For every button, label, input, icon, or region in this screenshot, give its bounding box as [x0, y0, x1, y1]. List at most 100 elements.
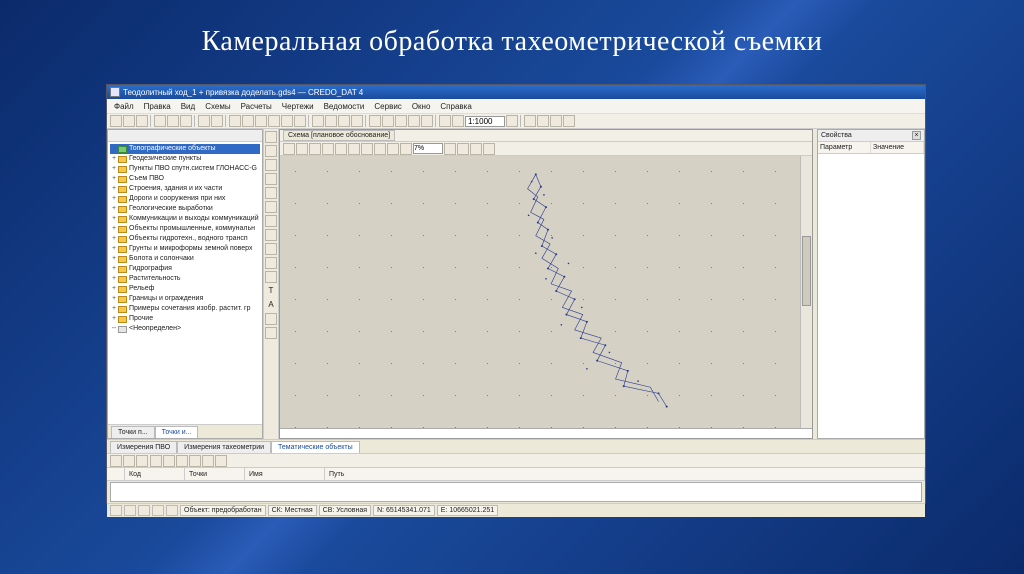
vtool-a[interactable] [265, 159, 277, 171]
tree-item-18[interactable]: --<Неопределен> [110, 324, 260, 334]
tree-item-13[interactable]: +Растительность [110, 274, 260, 284]
ctool-i[interactable] [387, 143, 399, 155]
tool-e-button[interactable] [281, 115, 293, 127]
menu-6[interactable]: Ведомости [321, 102, 368, 111]
zoom-fit-button[interactable] [395, 115, 407, 127]
tool-j-button[interactable] [351, 115, 363, 127]
tree-item-1[interactable]: +Геодезические пункты [110, 154, 260, 164]
tree-item-15[interactable]: +Границы и ограждения [110, 294, 260, 304]
sb-btn-e[interactable] [166, 505, 178, 516]
zoom-in-button[interactable] [369, 115, 381, 127]
canvas-zoom-input[interactable] [413, 143, 443, 154]
grid-col-code[interactable]: Код [125, 468, 185, 481]
pan-button[interactable] [408, 115, 420, 127]
vtool-d[interactable] [265, 201, 277, 213]
tab-points-1[interactable]: Точки п... [111, 426, 155, 438]
tab-thematic-objects[interactable]: Тематические объекты [271, 441, 360, 453]
misc3-button[interactable] [550, 115, 562, 127]
ctool-g[interactable] [361, 143, 373, 155]
btool-c[interactable] [136, 455, 148, 467]
ctool-d[interactable] [322, 143, 334, 155]
btool-i[interactable] [215, 455, 227, 467]
sb-btn-c[interactable] [138, 505, 150, 516]
open-button[interactable] [123, 115, 135, 127]
tab-measurements-pvo[interactable]: Измерения ПВО [110, 441, 177, 453]
undo-button[interactable] [198, 115, 210, 127]
new-button[interactable] [110, 115, 122, 127]
redo-button[interactable] [211, 115, 223, 127]
cut-button[interactable] [154, 115, 166, 127]
vtool-k[interactable] [265, 327, 277, 339]
text-tool[interactable]: T [269, 285, 274, 297]
save-button[interactable] [136, 115, 148, 127]
tool-h-button[interactable] [325, 115, 337, 127]
data-grid-body[interactable] [110, 482, 922, 502]
zoom-out-button[interactable] [382, 115, 394, 127]
btool-f[interactable] [176, 455, 188, 467]
copy-button[interactable] [167, 115, 179, 127]
tool-d-button[interactable] [268, 115, 280, 127]
misc2-button[interactable] [537, 115, 549, 127]
tool-a-button[interactable] [229, 115, 241, 127]
vtool-g[interactable] [265, 243, 277, 255]
ctool-l[interactable] [457, 143, 469, 155]
misc1-button[interactable] [524, 115, 536, 127]
tree-item-5[interactable]: +Дороги и сооружения при них [110, 194, 260, 204]
select-button[interactable] [265, 145, 277, 157]
canvas-tab-scheme[interactable]: Схема [плановое обоснование] [283, 130, 395, 141]
sb-btn-b[interactable] [124, 505, 136, 516]
btool-h[interactable] [202, 455, 214, 467]
btool-a[interactable] [110, 455, 122, 467]
vtool-e[interactable] [265, 215, 277, 227]
menu-1[interactable]: Правка [141, 102, 174, 111]
vtool-i[interactable] [265, 271, 277, 283]
tree-item-14[interactable]: +Рельеф [110, 284, 260, 294]
ctool-b[interactable] [296, 143, 308, 155]
paste-button[interactable] [180, 115, 192, 127]
menu-4[interactable]: Расчеты [238, 102, 275, 111]
ctool-h[interactable] [374, 143, 386, 155]
menu-2[interactable]: Вид [178, 102, 198, 111]
tree-item-10[interactable]: +Грунты и микроформы земной поверх [110, 244, 260, 254]
arc-tool[interactable]: A [268, 299, 273, 311]
tree-item-4[interactable]: +Строения, здания и их части [110, 184, 260, 194]
tree-item-16[interactable]: +Примеры сочетания изобр. растит. гр [110, 304, 260, 314]
tool-b-button[interactable] [242, 115, 254, 127]
btool-g[interactable] [189, 455, 201, 467]
tree-item-0[interactable]: -Топографические объекты [110, 144, 260, 154]
layers-button[interactable] [439, 115, 451, 127]
menu-9[interactable]: Справка [437, 102, 474, 111]
col-parameter[interactable]: Параметр [818, 142, 871, 153]
menu-3[interactable]: Схемы [202, 102, 233, 111]
tree-item-7[interactable]: +Коммуникации и выходы коммуникаций [110, 214, 260, 224]
misc4-button[interactable] [563, 115, 575, 127]
tree-item-11[interactable]: +Болота и солончаки [110, 254, 260, 264]
ctool-j[interactable] [400, 143, 412, 155]
scale-input[interactable] [465, 116, 505, 127]
menu-8[interactable]: Окно [409, 102, 434, 111]
ctool-a[interactable] [283, 143, 295, 155]
tree-item-2[interactable]: +Пункты ПВО спутн.систем ГЛОНАСС-G [110, 164, 260, 174]
ctool-e[interactable] [335, 143, 347, 155]
tool-g-button[interactable] [312, 115, 324, 127]
tab-points-2[interactable]: Точки и... [155, 426, 199, 438]
grid-col-name[interactable]: Имя [245, 468, 325, 481]
grid-col-points[interactable]: Точки [185, 468, 245, 481]
ctool-n[interactable] [483, 143, 495, 155]
menu-7[interactable]: Сервис [371, 102, 404, 111]
close-icon[interactable]: × [912, 131, 921, 140]
vtool-j[interactable] [265, 313, 277, 325]
tree-item-17[interactable]: +Прочие [110, 314, 260, 324]
ctool-f[interactable] [348, 143, 360, 155]
sb-btn-a[interactable] [110, 505, 122, 516]
tree-item-9[interactable]: +Объекты гидротехн., водного трансп [110, 234, 260, 244]
vertical-scrollbar[interactable] [800, 156, 812, 428]
sb-btn-d[interactable] [152, 505, 164, 516]
menu-5[interactable]: Чертежи [279, 102, 317, 111]
info-button[interactable] [265, 131, 277, 143]
tree-item-8[interactable]: +Объекты промышленные, коммунальн [110, 224, 260, 234]
map-canvas[interactable] [280, 156, 812, 428]
tree-item-6[interactable]: +Геологические выработки [110, 204, 260, 214]
vtool-h[interactable] [265, 257, 277, 269]
tool-c-button[interactable] [255, 115, 267, 127]
